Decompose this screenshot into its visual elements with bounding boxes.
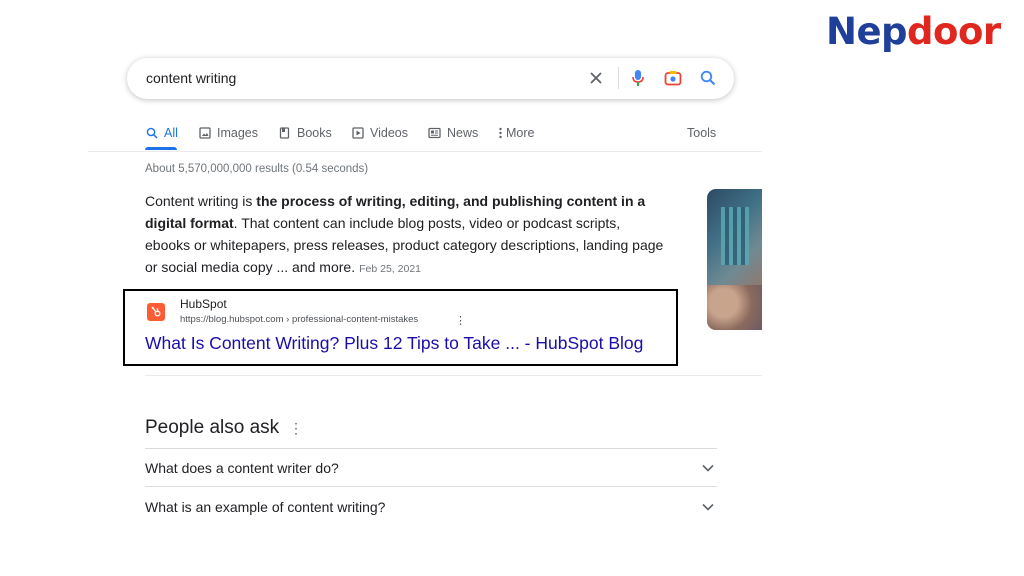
paa-divider bbox=[145, 448, 717, 449]
tab-label: News bbox=[447, 126, 479, 140]
section-divider bbox=[145, 375, 762, 376]
source-url: https://blog.hubspot.com › professional-… bbox=[180, 314, 419, 325]
tab-label: Images bbox=[217, 126, 258, 140]
tab-label: Books bbox=[297, 126, 332, 140]
camera-icon[interactable] bbox=[662, 67, 684, 89]
microphone-icon[interactable] bbox=[627, 67, 649, 89]
tab-label: More bbox=[506, 126, 535, 140]
logo-part-2: door bbox=[907, 10, 1001, 53]
paa-question-text: What is an example of content writing? bbox=[145, 499, 386, 515]
snippet-lead: Content writing is bbox=[145, 193, 257, 209]
image-icon bbox=[198, 127, 211, 140]
source-highlight-box: HubSpot https://blog.hubspot.com › profe… bbox=[123, 289, 678, 366]
tabs-divider bbox=[88, 151, 762, 152]
chevron-down-icon bbox=[702, 464, 714, 472]
hubspot-favicon-icon bbox=[147, 303, 165, 321]
paa-question[interactable]: What does a content writer do? bbox=[145, 450, 717, 486]
paa-question-text: What does a content writer do? bbox=[145, 460, 339, 476]
search-divider bbox=[618, 67, 619, 89]
search-icon bbox=[145, 127, 158, 140]
paa-divider bbox=[145, 486, 717, 487]
search-icon[interactable] bbox=[697, 67, 719, 89]
tools-label: Tools bbox=[687, 126, 717, 140]
tab-books[interactable]: Books bbox=[278, 124, 332, 142]
chevron-down-icon bbox=[702, 503, 714, 511]
news-icon bbox=[428, 127, 441, 140]
result-title-link[interactable]: What Is Content Writing? Plus 12 Tips to… bbox=[145, 333, 643, 354]
active-tab-indicator bbox=[145, 147, 177, 150]
search-tabs: All Images Books Videos News More Tools bbox=[145, 124, 717, 150]
tab-videos[interactable]: Videos bbox=[351, 124, 408, 142]
result-options-icon[interactable]: ⋮ bbox=[455, 314, 466, 327]
result-stats: About 5,570,000,000 results (0.54 second… bbox=[145, 163, 369, 175]
thumbnail-detail bbox=[707, 285, 762, 330]
logo-part-1: Nep bbox=[826, 10, 908, 53]
paa-question[interactable]: What is an example of content writing? bbox=[145, 489, 717, 525]
close-icon[interactable] bbox=[585, 67, 607, 89]
tab-label: All bbox=[164, 126, 178, 140]
snippet-date: Feb 25, 2021 bbox=[359, 263, 421, 275]
thumbnail-detail bbox=[721, 207, 749, 265]
play-icon bbox=[351, 127, 364, 140]
tab-more[interactable]: More bbox=[497, 124, 534, 142]
snippet-thumbnail[interactable] bbox=[707, 189, 762, 330]
paa-options-icon[interactable]: ⋮ bbox=[289, 420, 303, 437]
search-box bbox=[127, 58, 734, 99]
tab-label: Videos bbox=[370, 126, 408, 140]
tools-button[interactable]: Tools bbox=[687, 124, 716, 142]
nepdoor-logo: Nepdoor bbox=[826, 8, 1001, 56]
source-site-name: HubSpot bbox=[180, 297, 227, 311]
tab-news[interactable]: News bbox=[428, 124, 478, 142]
tab-images[interactable]: Images bbox=[198, 124, 258, 142]
people-also-ask-title: People also ask bbox=[145, 417, 280, 438]
featured-snippet: Content writing is the process of writin… bbox=[145, 190, 665, 280]
more-vertical-icon bbox=[497, 127, 503, 140]
tab-all[interactable]: All bbox=[145, 124, 178, 142]
book-icon bbox=[278, 127, 291, 140]
search-input[interactable] bbox=[146, 68, 566, 88]
